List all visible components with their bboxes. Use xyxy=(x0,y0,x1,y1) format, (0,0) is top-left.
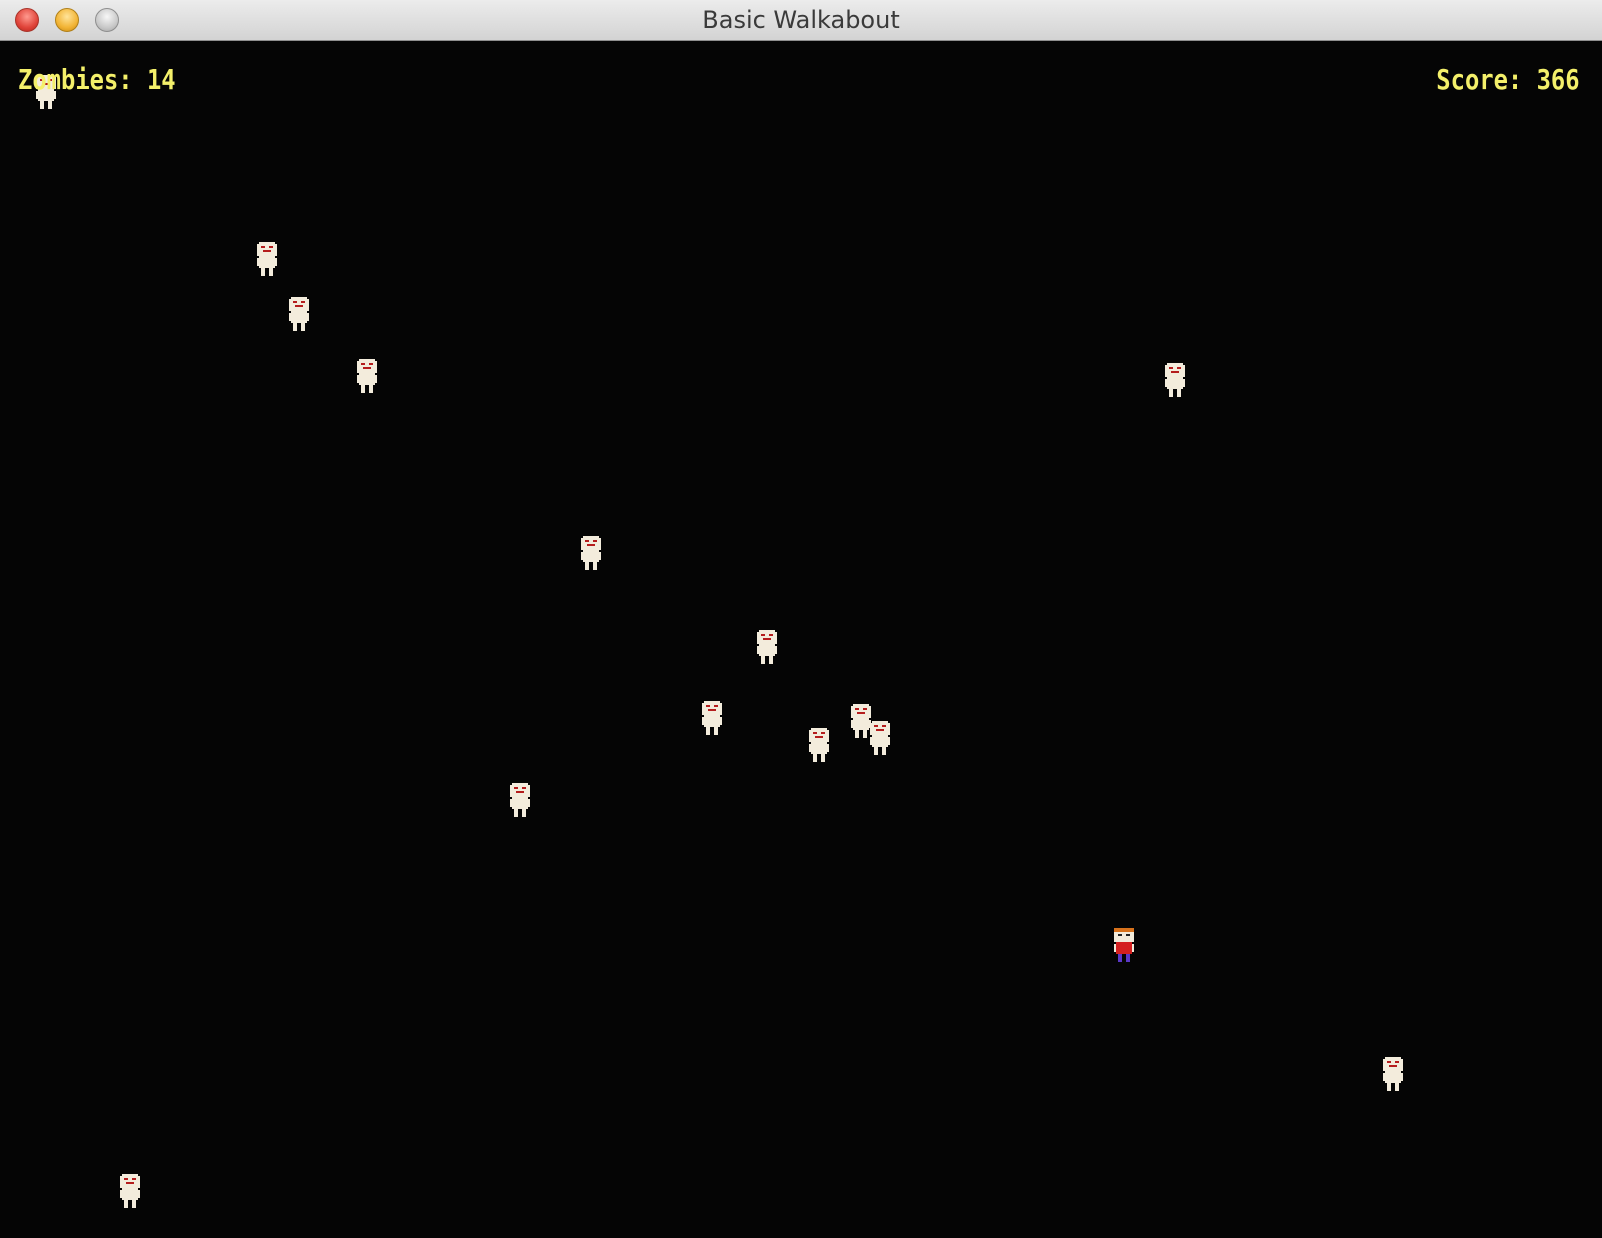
game-window: Basic Walkabout Zombies: 14 Score: 366 xyxy=(0,0,1602,1238)
zombie-icon xyxy=(868,721,892,757)
zombie-icon xyxy=(700,701,724,737)
title-bar: Basic Walkabout xyxy=(0,0,1602,41)
game-area[interactable]: Zombies: 14 Score: 366 xyxy=(0,41,1602,1238)
zombie-icon xyxy=(755,630,779,666)
window-title: Basic Walkabout xyxy=(702,6,900,34)
zombie-icon xyxy=(355,359,379,395)
zombie-icon xyxy=(579,536,603,572)
score: Score: 366 xyxy=(1436,63,1580,96)
zombie-icon xyxy=(1163,363,1187,399)
zombie-icon xyxy=(807,728,831,764)
player-icon xyxy=(1112,928,1136,964)
zombie-icon xyxy=(508,783,532,819)
zombie-count: Zombies: 14 xyxy=(18,63,176,96)
zombie-icon xyxy=(287,297,311,333)
zombie-icon xyxy=(118,1174,142,1210)
zombie-icon xyxy=(255,242,279,278)
zombie-icon xyxy=(1381,1057,1405,1093)
